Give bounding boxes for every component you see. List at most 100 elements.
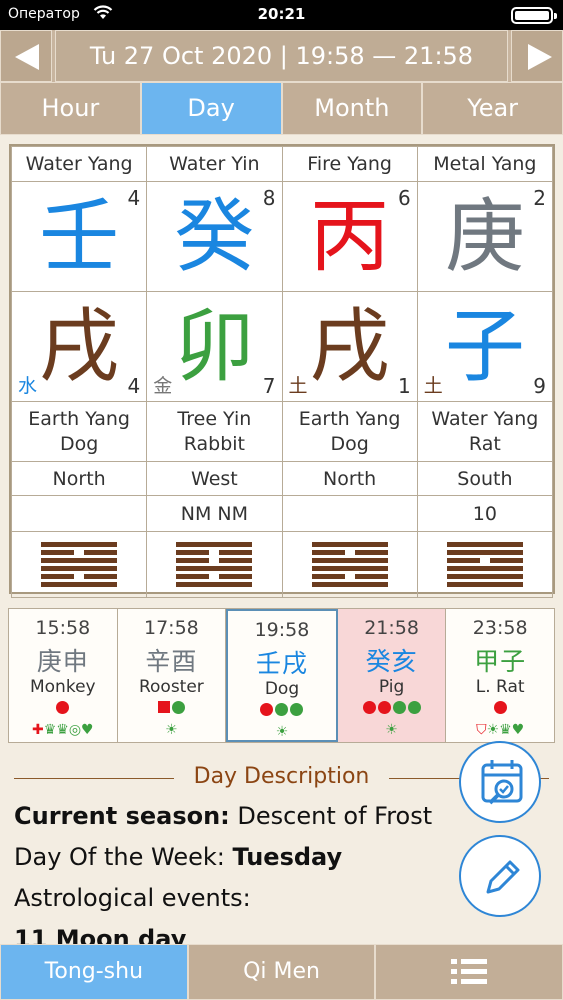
hour-characters: 壬戌 — [255, 649, 308, 678]
next-period-button[interactable] — [511, 30, 563, 82]
battery-icon — [511, 7, 557, 24]
stem-number: 6 — [398, 186, 411, 210]
branch-cell[interactable]: 卯金 7 — [146, 291, 283, 402]
menu-button[interactable] — [376, 945, 563, 999]
season-value: Descent of Frost — [237, 802, 433, 830]
date-range-title[interactable]: Tu 27 Oct 2020 | 19:58 — 21:58 — [55, 30, 508, 82]
hour-symbols: ⛉☀♛♥ — [446, 722, 554, 740]
hidden-element: 金 — [153, 375, 173, 397]
hour-pillars-strip: 15:58 庚申 Monkey ✚♛♛◎♥ 17:58 辛酉 Rooster ☀… — [8, 608, 555, 743]
hour-card[interactable]: 23:58 甲子 L. Rat ⛉☀♛♥ — [446, 609, 554, 742]
tab-day[interactable]: Day — [141, 83, 281, 134]
branch-character: 戌 — [39, 299, 120, 393]
crown-icon: ♛ — [43, 722, 57, 738]
tab-hour[interactable]: Hour — [1, 83, 140, 134]
animal-element: Tree Yin — [177, 407, 252, 430]
hour-time: 19:58 — [254, 619, 310, 641]
red-square-icon — [157, 701, 170, 713]
target-icon: ◎ — [68, 722, 82, 738]
hour-card[interactable]: 21:58 癸亥 Pig ☀ — [337, 609, 447, 742]
stem-label: Water Yin — [146, 146, 283, 182]
red-dot-icon — [260, 703, 274, 716]
calendar-check-button[interactable] — [459, 741, 541, 823]
green-dot-icon — [407, 701, 421, 714]
pencil-icon — [486, 860, 520, 894]
status-time: 20:21 — [257, 5, 306, 23]
animal-element: Earth Yang — [28, 407, 130, 430]
hour-card[interactable]: 15:58 庚申 Monkey ✚♛♛◎♥ — [9, 609, 118, 742]
hour-characters: 癸亥 — [365, 647, 418, 676]
red-dot-icon — [56, 701, 70, 714]
hour-time: 15:58 — [35, 617, 91, 639]
branch-cell[interactable]: 子土 9 — [416, 291, 554, 402]
green-dot-icon — [392, 701, 406, 714]
green-dot-icon — [171, 701, 185, 714]
stem-character: 癸 — [174, 189, 255, 283]
tab-tong-shu[interactable]: Tong-shu — [1, 945, 187, 999]
stem-number: 2 — [533, 186, 546, 210]
hour-time: 21:58 — [364, 617, 419, 639]
hexagram-cell[interactable] — [10, 531, 148, 598]
hour-symbols: ☀ — [118, 722, 226, 740]
branch-character: 卯 — [174, 299, 255, 393]
crown-icon: ♛ — [499, 722, 512, 738]
red-dot-icon — [362, 701, 376, 714]
arrow-left-icon — [15, 44, 39, 70]
animal-name: Dog — [330, 432, 369, 455]
hexagram-cell[interactable] — [416, 531, 554, 598]
hour-animal: L. Rat — [475, 677, 525, 697]
hour-indicators — [118, 701, 226, 717]
hexagram-cell[interactable] — [146, 531, 283, 598]
stem-number: 4 — [127, 186, 141, 210]
hour-animal: Monkey — [29, 677, 96, 697]
red-dot-icon — [493, 701, 507, 714]
menu-icon — [451, 959, 488, 984]
tab-month[interactable]: Month — [282, 83, 422, 134]
animal-element: Water Yang — [431, 407, 539, 430]
hidden-element: 土 — [288, 375, 308, 397]
season-label: Current season: — [14, 802, 230, 830]
stem-label: Metal Yang — [416, 146, 554, 182]
animal-name: Dog — [59, 432, 99, 455]
hour-indicators — [228, 703, 336, 719]
stem-cell[interactable]: 癸8 — [146, 181, 283, 292]
stem-number: 8 — [262, 186, 276, 210]
hour-animal: Pig — [378, 677, 405, 697]
branch-number: 4 — [127, 374, 141, 398]
hour-characters: 甲子 — [474, 647, 527, 676]
hour-indicators — [9, 701, 117, 717]
arrow-right-icon — [528, 44, 552, 70]
nm-cell — [281, 495, 418, 532]
branch-cell[interactable]: 戌土 1 — [281, 291, 418, 402]
weekday-value: Tuesday — [232, 843, 343, 871]
branch-cell[interactable]: 戌水 4 — [10, 291, 148, 402]
sun-icon: ☀ — [385, 722, 398, 738]
nm-cell: 10 — [416, 495, 554, 532]
branch-character: 戌 — [309, 299, 390, 393]
hour-symbols: ☀ — [228, 724, 336, 742]
hexagram-cell[interactable] — [281, 531, 418, 598]
sun-icon: ☀ — [165, 722, 178, 738]
hour-card-current[interactable]: 19:58 壬戌 Dog ☀ — [226, 609, 338, 742]
tab-year[interactable]: Year — [423, 83, 562, 134]
cross-icon: ✚ — [31, 722, 44, 738]
branch-character: 子 — [444, 299, 525, 393]
tab-qi-men[interactable]: Qi Men — [188, 945, 375, 999]
sun-icon: ☀ — [275, 724, 289, 740]
previous-period-button[interactable] — [0, 30, 52, 82]
stem-cell[interactable]: 庚2 — [416, 181, 554, 292]
branch-number: 7 — [262, 374, 276, 398]
animal-name: Rabbit — [183, 432, 246, 455]
stem-cell[interactable]: 丙6 — [281, 181, 418, 292]
hour-animal: Dog — [264, 679, 300, 699]
hexagram-icon — [311, 539, 388, 590]
edit-button[interactable] — [459, 835, 541, 917]
hour-card[interactable]: 17:58 辛酉 Rooster ☀ — [117, 609, 227, 742]
hour-time: 17:58 — [144, 617, 199, 639]
hour-time: 23:58 — [472, 617, 528, 639]
direction-cell: West — [146, 461, 283, 496]
stem-cell[interactable]: 壬4 — [10, 181, 148, 292]
hour-indicators — [446, 701, 554, 717]
green-dot-icon — [290, 703, 304, 716]
nm-cell: NM NM — [146, 495, 283, 532]
